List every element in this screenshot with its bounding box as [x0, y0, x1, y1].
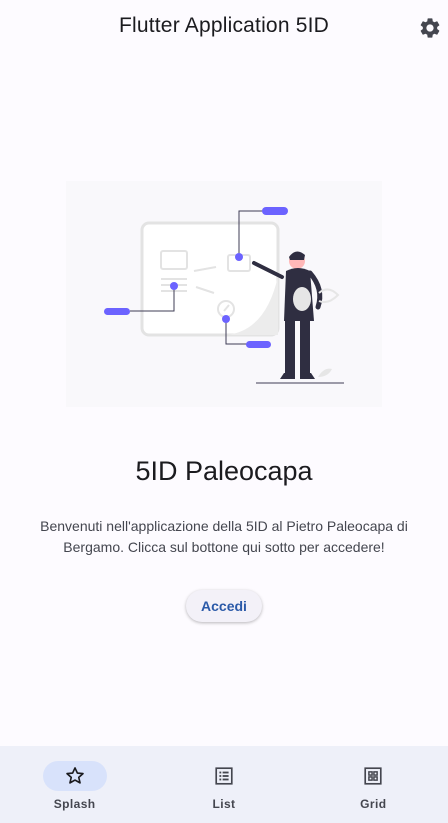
- nav-label-list: List: [212, 797, 236, 811]
- settings-button[interactable]: [416, 14, 444, 42]
- app-title: Flutter Application 5ID: [118, 14, 330, 37]
- presentation-illustration: [66, 181, 382, 407]
- nav-label-grid: Grid: [360, 797, 387, 811]
- nav-item-list[interactable]: List: [149, 746, 298, 823]
- nav-label-splash: Splash: [53, 797, 96, 811]
- nav-active-indicator: [42, 761, 107, 791]
- bottom-navigation-bar: Splash List Grid: [0, 746, 448, 823]
- nav-item-grid[interactable]: Grid: [299, 746, 448, 823]
- list-icon: [215, 767, 233, 785]
- nav-item-splash[interactable]: Splash: [0, 746, 149, 823]
- nav-icon-container: [192, 761, 256, 791]
- star-icon: [65, 767, 84, 784]
- app-bar: Flutter Application 5ID: [0, 0, 448, 56]
- nav-icon-container: [341, 761, 405, 791]
- welcome-description: Benvenuti nell'applicazione della 5ID al…: [40, 518, 408, 555]
- grid-icon: [364, 767, 382, 785]
- gear-icon: [420, 18, 440, 38]
- login-button[interactable]: Accedi: [186, 590, 262, 622]
- page-heading: 5ID Paleocapa: [135, 456, 313, 486]
